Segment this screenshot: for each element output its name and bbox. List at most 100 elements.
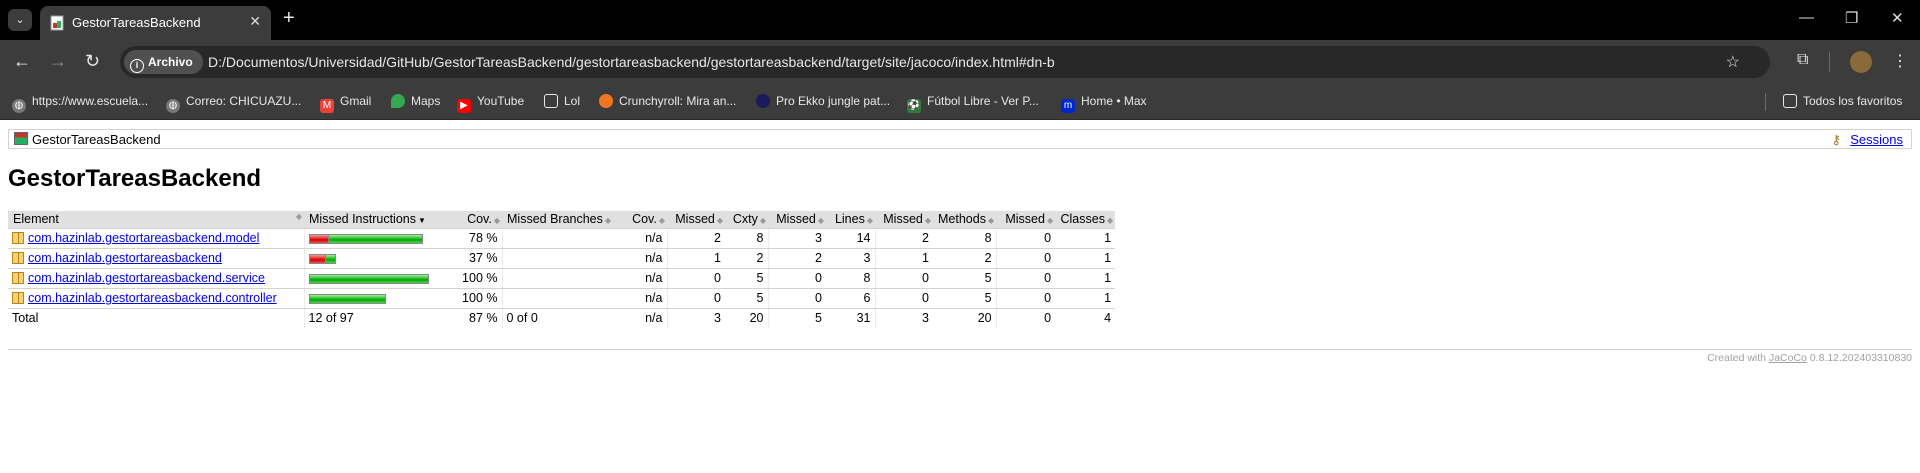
forward-arrow-icon[interactable]: →	[49, 51, 67, 72]
methods-cell: 5	[933, 268, 997, 289]
bookmark-label: https://www.escuela...	[32, 94, 149, 108]
bookmark-item[interactable]: ◍ Correo: CHICUAZU...	[166, 94, 301, 113]
package-icon	[12, 232, 24, 244]
info-icon: i	[130, 59, 144, 73]
bookmark-item[interactable]: Maps	[391, 94, 440, 108]
footer-prefix: Created with	[1707, 352, 1767, 364]
column-label: Missed	[1005, 212, 1045, 227]
column-label: Element	[13, 212, 59, 227]
col-lines[interactable]: Lines ◆	[826, 211, 875, 229]
breadcrumb-label: GestorTareasBackend	[32, 132, 161, 147]
package-link[interactable]: com.hazinlab.gestortareasbackend.model	[28, 231, 259, 245]
bookmarks-divider	[1765, 93, 1766, 111]
coverage-table: Element ◆ Missed Instructions ▼ Cov. ◆ Miss…	[8, 211, 1116, 328]
footer-version: 0.8.12.202403310830	[1809, 352, 1912, 364]
total-branch-coverage: n/a	[645, 311, 663, 326]
lines-cell: 3	[826, 248, 875, 269]
bookmark-item[interactable]: M Gmail	[320, 94, 371, 113]
bookmark-star-icon[interactable]: ☆	[1726, 52, 1740, 72]
bookmark-item[interactable]: Crunchyroll: Mira an...	[599, 94, 736, 108]
col-branch-coverage[interactable]: Cov. ◆	[623, 211, 667, 229]
methods-cell: 2	[933, 248, 997, 269]
column-label: Missed	[776, 212, 816, 227]
all-bookmarks-label: Todos los favoritos	[1803, 94, 1903, 108]
col-missed-cxty[interactable]: Missed ◆	[667, 211, 725, 229]
package-link[interactable]: com.hazinlab.gestortareasbackend	[28, 251, 222, 265]
column-label: Missed	[675, 212, 715, 227]
reload-icon[interactable]: ↻	[85, 51, 100, 72]
missed-branches-cell	[501, 228, 623, 249]
close-tab-icon[interactable]: ✕	[249, 13, 261, 30]
col-coverage[interactable]: Cov. ◆	[439, 211, 502, 229]
package-icon	[12, 292, 24, 304]
missed-methods-cell: 1	[874, 248, 933, 269]
col-classes[interactable]: Classes ◆	[1055, 211, 1116, 229]
missed-bar-red	[308, 253, 326, 264]
coverage-cell: 78 %	[439, 228, 502, 249]
missed-branches-cell	[501, 268, 623, 289]
col-missed-instructions[interactable]: Missed Instructions ▼	[304, 211, 439, 229]
bookmark-item[interactable]: m Home • Max	[1061, 94, 1147, 113]
table-row: com.hazinlab.gestortareasbackend.model 78…	[8, 228, 1116, 249]
column-label: Methods	[938, 212, 986, 227]
profile-avatar[interactable]	[1850, 51, 1872, 73]
bookmark-item[interactable]: ▶ YouTube	[457, 94, 524, 113]
missed-classes-cell: 0	[995, 268, 1056, 289]
covered-bar-green	[328, 233, 423, 244]
branch-coverage-cell: n/a	[623, 268, 667, 289]
file-scheme-chip[interactable]: i Archivo	[124, 50, 203, 74]
tab-search-button[interactable]: ⌄	[8, 9, 32, 31]
close-window-icon[interactable]: ✕	[1891, 9, 1904, 27]
sort-icon: ◆	[924, 216, 931, 226]
all-bookmarks-folder[interactable]: Todos los favoritos	[1783, 94, 1902, 108]
col-missed-lines[interactable]: Missed ◆	[768, 211, 826, 229]
bookmark-item[interactable]: ◍ https://www.escuela...	[12, 94, 148, 113]
lines-cell: 14	[826, 228, 875, 249]
col-methods[interactable]: Methods ◆	[933, 211, 997, 229]
bookmark-item[interactable]: Pro Ekko jungle pat...	[756, 94, 890, 108]
col-element[interactable]: Element ◆	[8, 211, 304, 229]
total-lines: 31	[856, 311, 871, 326]
covered-bar-green	[325, 253, 336, 264]
bookmark-label: Correo: CHICUAZU...	[186, 94, 302, 108]
minimize-icon[interactable]: —	[1799, 9, 1814, 26]
page-title: GestorTareasBackend	[8, 165, 262, 192]
missed-branches-cell	[501, 248, 623, 269]
col-missed-classes[interactable]: Missed ◆	[996, 211, 1056, 229]
branch-coverage-cell: n/a	[623, 248, 667, 269]
package-link[interactable]: com.hazinlab.gestortareasbackend.service	[28, 271, 265, 285]
coverage-cell: 37 %	[439, 248, 502, 269]
element-cell: com.hazinlab.gestortareasbackend	[8, 248, 304, 269]
folder-icon	[1783, 94, 1797, 108]
table-row: com.hazinlab.gestortareasbackend.control…	[8, 288, 1116, 309]
browser-tab[interactable]: GestorTareasBackend ✕	[40, 6, 271, 40]
lines-cell: 8	[826, 268, 875, 289]
crunchyroll-icon	[599, 94, 613, 108]
url-text[interactable]: D:/Documentos/Universidad/GitHub/GestorT…	[208, 54, 1055, 70]
back-arrow-icon[interactable]: ←	[13, 51, 31, 72]
bookmark-item[interactable]: ⚽ Fútbol Libre - Ver P...	[907, 94, 1039, 113]
missed-instructions-bar	[303, 268, 439, 289]
address-bar[interactable]: i Archivo D:/Documentos/Universidad/GitHu…	[120, 46, 1770, 78]
column-label: Missed Instructions	[309, 212, 416, 227]
element-cell: com.hazinlab.gestortareasbackend.model	[8, 228, 304, 249]
col-cxty[interactable]: Cxty ◆	[725, 211, 768, 229]
sessions-link[interactable]: Sessions	[1850, 132, 1903, 147]
total-missed-methods: 3	[874, 308, 933, 328]
cxty-cell: 2	[725, 248, 768, 269]
col-missed-branches[interactable]: Missed Branches ◆	[502, 211, 623, 229]
restore-icon[interactable]: ❐	[1845, 9, 1858, 27]
new-tab-button[interactable]: +	[283, 7, 295, 30]
menu-icon[interactable]: ⋮	[1892, 51, 1908, 71]
package-link[interactable]: com.hazinlab.gestortareasbackend.control…	[28, 291, 277, 305]
col-missed-methods[interactable]: Missed ◆	[875, 211, 933, 229]
jacoco-link[interactable]: JaCoCo	[1769, 352, 1807, 364]
table-header-row: Element ◆ Missed Instructions ▼ Cov. ◆ Miss…	[8, 211, 1116, 229]
bookmark-item[interactable]: Lol	[544, 94, 580, 108]
sort-icon: ◆	[295, 212, 302, 222]
extensions-icon[interactable]: ⧉	[1797, 51, 1808, 69]
total-cxty: 20	[749, 311, 764, 326]
total-missed-classes: 0	[995, 308, 1056, 328]
report-icon	[14, 132, 28, 145]
covered-bar-green	[308, 293, 386, 304]
